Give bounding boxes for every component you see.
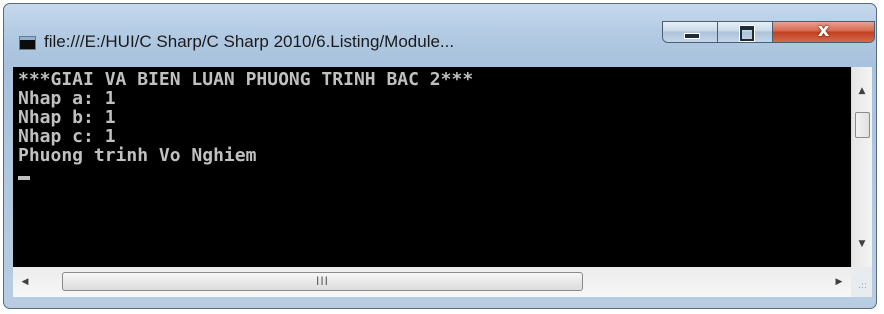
console-cursor-line <box>18 165 473 184</box>
caption-buttons: x <box>662 21 875 43</box>
close-button[interactable]: x <box>773 22 874 42</box>
console-line: Phuong trinh Vo Nghiem <box>18 145 257 166</box>
scroll-left-icon[interactable]: ◀ <box>13 267 37 297</box>
close-icon: x <box>817 21 830 41</box>
resize-grip[interactable]: .:: <box>851 267 872 297</box>
console-line: ***GIAI VA BIEN LUAN PHUONG TRINH BAC 2*… <box>18 69 474 90</box>
minimize-icon <box>684 33 700 39</box>
scroll-down-icon[interactable]: ▼ <box>852 234 872 255</box>
title-bar[interactable]: file:///E:/HUI/C Sharp/C Sharp 2010/6.Li… <box>4 4 876 70</box>
text-cursor <box>18 176 30 180</box>
console-line: Nhap c: 1 <box>18 126 116 147</box>
scroll-up-icon[interactable]: ▲ <box>852 81 872 102</box>
thumb-grip-icon: III <box>315 274 329 288</box>
maximize-icon <box>740 26 754 41</box>
scroll-right-icon[interactable]: ▶ <box>827 267 851 297</box>
console-line: Nhap a: 1 <box>18 88 116 109</box>
vertical-scrollbar[interactable]: ▲ ▼ <box>851 67 872 267</box>
console-text: ***GIAI VA BIEN LUAN PHUONG TRINH BAC 2*… <box>18 70 473 184</box>
vertical-scroll-thumb[interactable] <box>855 112 870 138</box>
console-line: Nhap b: 1 <box>18 107 116 128</box>
maximize-button[interactable] <box>718 22 773 42</box>
resize-grip-icon: .:: <box>858 281 867 291</box>
minimize-button[interactable] <box>663 22 718 42</box>
horizontal-scroll-thumb[interactable]: III <box>62 272 583 291</box>
console-output[interactable]: ***GIAI VA BIEN LUAN PHUONG TRINH BAC 2*… <box>13 67 851 267</box>
window-title: file:///E:/HUI/C Sharp/C Sharp 2010/6.Li… <box>44 32 455 51</box>
horizontal-scrollbar[interactable]: ◀ III ▶ <box>13 267 851 297</box>
console-app-icon[interactable] <box>19 36 36 50</box>
